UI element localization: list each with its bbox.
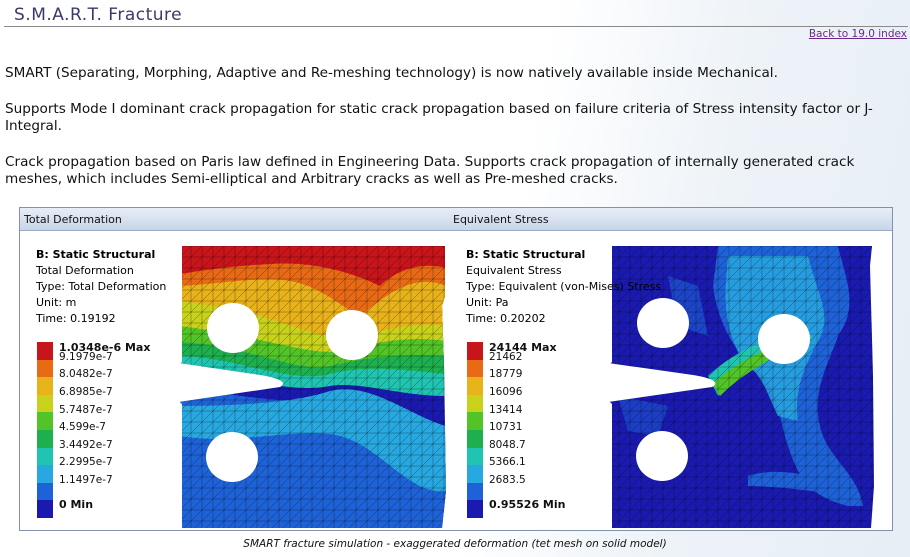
total-deformation-contour bbox=[180, 246, 446, 528]
figure-caption: SMART fracture simulation - exaggerated … bbox=[243, 538, 667, 550]
stress-legend-label: 21462 bbox=[489, 350, 523, 363]
paragraph-smart-intro: SMART (Separating, Morphing, Adaptive an… bbox=[5, 65, 778, 81]
deformation-legend-swatch bbox=[37, 377, 53, 395]
stress-legend-label: 2683.5 bbox=[489, 474, 526, 486]
stress-legend-swatch bbox=[467, 377, 483, 395]
deformation-legend-label: 2.2995e-7 bbox=[59, 456, 113, 469]
right-result-info: B: Static Structural Equivalent Stress T… bbox=[466, 247, 661, 327]
stress-legend-label: 10731 bbox=[489, 421, 523, 434]
deformation-legend-label: 1.1497e-7 bbox=[59, 474, 113, 486]
stress-legend-swatch bbox=[467, 412, 483, 430]
paragraph-mode-i: Supports Mode I dominant crack propagati… bbox=[5, 101, 873, 134]
right-result-unit: Unit: Pa bbox=[466, 296, 509, 309]
page-header: S.M.A.R.T. Fracture bbox=[4, 2, 908, 27]
stress-legend-label: 16096 bbox=[489, 386, 523, 398]
back-to-index-link[interactable]: Back to 19.0 index bbox=[809, 28, 907, 40]
stress-legend-swatch bbox=[467, 394, 483, 413]
deformation-legend-swatch bbox=[37, 342, 53, 360]
page-content: S.M.A.R.T. Fracture Back to 19.0 index S… bbox=[0, 0, 910, 557]
deformation-legend-swatch bbox=[37, 412, 53, 430]
figure-panel-header: Total Deformation Equivalent Stress bbox=[20, 208, 892, 231]
deformation-legend-swatch bbox=[37, 394, 53, 413]
stress-legend-label: 18779 bbox=[489, 368, 523, 381]
left-result-type: Type: Total Deformation bbox=[36, 280, 167, 293]
left-result-time: Time: 0.19192 bbox=[36, 312, 116, 325]
page-title: S.M.A.R.T. Fracture bbox=[14, 5, 183, 25]
left-result-name: Total Deformation bbox=[36, 264, 134, 277]
figure-panel: Total Deformation Equivalent Stress B: S… bbox=[19, 207, 893, 531]
left-result-info: B: Static Structural Total Deformation T… bbox=[36, 247, 166, 327]
stress-legend-swatch bbox=[467, 500, 483, 518]
right-result-time: Time: 0.20202 bbox=[466, 312, 546, 325]
stress-legend-swatch bbox=[467, 342, 483, 360]
deformation-legend-label: 6.8985e-7 bbox=[59, 386, 113, 398]
left-view-title: Total Deformation bbox=[24, 213, 122, 226]
deformation-legend-label: 0 Min bbox=[59, 497, 94, 511]
total-deformation-legend: 1.0348e-6 Max 9.1979e-7 8.0482e-7 6.8985e-7… bbox=[37, 341, 187, 518]
stress-legend-swatch bbox=[467, 447, 483, 466]
stress-legend-swatch bbox=[467, 430, 483, 448]
deformation-legend-label: 4.599e-7 bbox=[59, 421, 106, 434]
right-result-type: Type: Equivalent (von-Mises) Stress bbox=[466, 280, 662, 293]
stress-legend-swatch bbox=[467, 482, 483, 501]
stress-legend-swatch bbox=[467, 359, 483, 378]
deformation-legend-swatch bbox=[37, 359, 53, 378]
deformation-legend-swatch bbox=[37, 482, 53, 501]
stress-legend-label: 13414 bbox=[489, 403, 523, 416]
equivalent-stress-legend: 24144 Max 21462 18779 16096 13414 10731 8048.7… bbox=[467, 341, 617, 518]
deformation-legend-label: 5.7487e-7 bbox=[59, 403, 113, 416]
deformation-legend-swatch bbox=[37, 465, 53, 483]
left-analysis-name: B: Static Structural bbox=[36, 248, 156, 261]
right-view-title: Equivalent Stress bbox=[453, 213, 549, 226]
paragraph-paris-law: Crack propagation based on Paris law def… bbox=[5, 154, 855, 187]
stress-legend-label: 8048.7 bbox=[489, 438, 526, 451]
deformation-legend-label: 8.0482e-7 bbox=[59, 368, 113, 381]
left-result-unit: Unit: m bbox=[36, 296, 77, 309]
deformation-legend-label: 3.4492e-7 bbox=[59, 438, 113, 451]
deformation-legend-swatch bbox=[37, 447, 53, 466]
stress-legend-label: 0.95526 Min bbox=[489, 497, 566, 511]
stress-legend-label: 5366.1 bbox=[489, 456, 526, 469]
deformation-legend-swatch bbox=[37, 500, 53, 518]
stress-legend-swatch bbox=[467, 465, 483, 483]
right-analysis-name: B: Static Structural bbox=[466, 248, 586, 261]
right-result-name: Equivalent Stress bbox=[466, 264, 562, 277]
deformation-legend-label: 9.1979e-7 bbox=[59, 350, 113, 363]
deformation-legend-swatch bbox=[37, 430, 53, 448]
